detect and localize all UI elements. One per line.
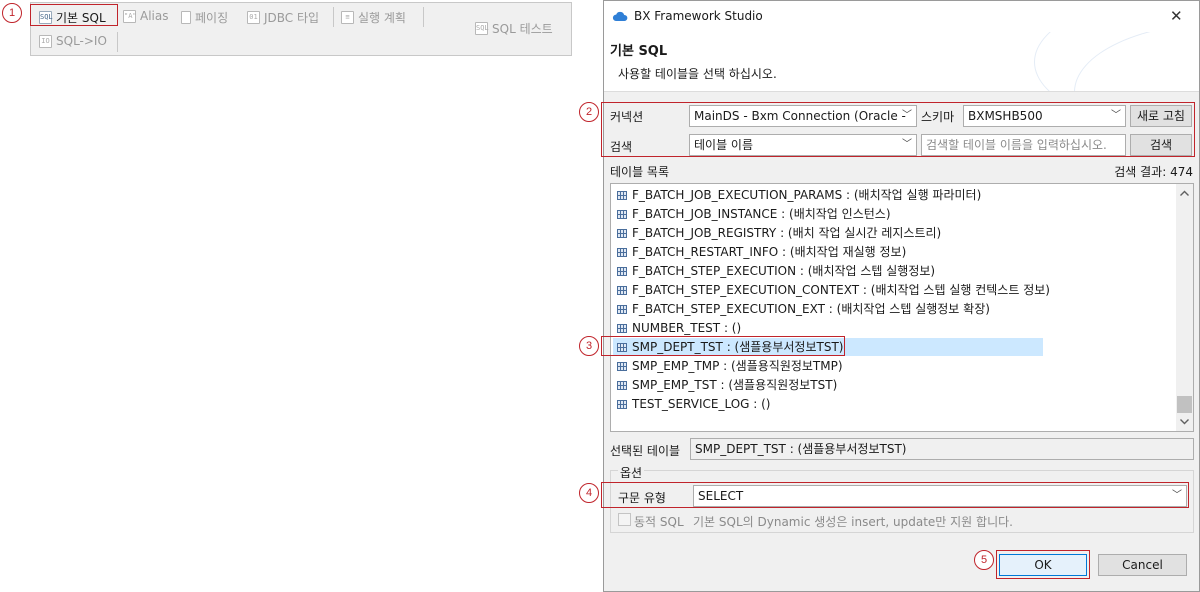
dynamic-sql-label: 동적 SQL [634,515,684,529]
table-list-item-label: SMP_EMP_TST : (샘플용직원정보TST) [632,378,838,392]
table-icon [617,399,627,409]
dynamic-sql-checkbox[interactable] [618,513,631,526]
table-list-item-label: NUMBER_TEST : () [632,321,742,335]
paging-icon [181,11,191,24]
toolbar-paging-button[interactable]: 페이징 [181,9,228,26]
table-list-item[interactable]: NUMBER_TEST : () [617,319,741,337]
table-list-item[interactable]: F_BATCH_JOB_INSTANCE : (배치작업 인스턴스) [617,205,891,223]
toolbar-separator [333,7,334,27]
dynamic-sql-description: 기본 SQL의 Dynamic 생성은 insert, update만 지원 합… [693,515,1013,529]
table-icon [617,190,627,200]
marker-5-highlight [996,550,1090,579]
marker-2-badge: 2 [579,102,599,122]
toolbar-separator [117,32,118,52]
toolbar-execution-plan-button[interactable]: ≡ 실행 계획 [341,9,406,26]
toolbar-alias-label: Alias [140,9,169,23]
table-list-item-label: F_BATCH_STEP_EXECUTION_CONTEXT : (배치작업 스… [632,283,1050,297]
marker-1-badge: 1 [2,3,22,23]
search-result-count: 검색 결과: 474 [1114,165,1193,179]
toolbar-paging-label: 페이징 [195,11,229,25]
marker-5-badge: 5 [974,550,994,570]
table-list-item-label: F_BATCH_STEP_EXECUTION : (배치작업 스텝 실행정보) [632,264,936,278]
table-listbox[interactable]: F_BATCH_JOB_EXECUTION_PARAMS : (배치작업 실행 … [610,183,1194,432]
cancel-button[interactable]: Cancel [1098,554,1187,576]
table-icon [617,209,627,219]
table-list-item-label: SMP_EMP_TMP : (샘플용직원정보TMP) [632,359,843,373]
jdbc-icon: 01 [247,11,260,24]
table-list-item[interactable]: SMP_EMP_TMP : (샘플용직원정보TMP) [617,357,843,375]
marker-1-highlight [30,4,118,26]
table-list-item-label: F_BATCH_JOB_INSTANCE : (배치작업 인스턴스) [632,207,891,221]
sql-test-icon: SQL [475,22,489,35]
toolbar-sql-to-io-button[interactable]: IO SQL->IO [39,34,107,48]
table-list-item-label: F_BATCH_RESTART_INFO : (배치작업 재실행 정보) [632,245,907,259]
table-list-label: 테이블 목록 [610,165,670,179]
selected-table-field: SMP_DEPT_TST : (샘플용부서정보TST) [690,438,1194,460]
toolbar-sql-test-label: SQL 테스트 [492,22,553,36]
dialog-titlebar: BX Framework Studio ✕ [604,1,1199,32]
table-list-item[interactable]: F_BATCH_STEP_EXECUTION : (배치작업 스텝 실행정보) [617,262,935,280]
table-icon [617,228,627,238]
table-icon [617,247,627,257]
table-icon [617,380,627,390]
table-list-item[interactable]: F_BATCH_STEP_EXECUTION_EXT : (배치작업 스텝 실행… [617,300,990,318]
header-title: 기본 SQL [610,44,668,59]
close-icon[interactable]: ✕ [1170,7,1183,25]
table-list-item[interactable]: SMP_EMP_TST : (샘플용직원정보TST) [617,376,837,394]
table-list-item[interactable]: F_BATCH_JOB_EXECUTION_PARAMS : (배치작업 실행 … [617,186,981,204]
marker-3-badge: 3 [579,336,599,356]
table-list-item[interactable]: TEST_SERVICE_LOG : () [617,395,771,413]
scroll-down-icon[interactable] [1180,419,1189,425]
marker-4-highlight [601,482,1189,508]
table-list-item-label: TEST_SERVICE_LOG : () [632,397,771,411]
table-icon [617,361,627,371]
selected-table-value: SMP_DEPT_TST : (샘플용부서정보TST) [695,442,907,456]
toolbar-separator [423,7,424,27]
table-icon [617,285,627,295]
table-list-item-label: F_BATCH_STEP_EXECUTION_EXT : (배치작업 스텝 실행… [632,302,990,316]
marker-4-badge: 4 [579,483,599,503]
table-list-item-label: F_BATCH_JOB_EXECUTION_PARAMS : (배치작업 실행 … [632,188,982,202]
table-icon [617,266,627,276]
scroll-thumb[interactable] [1177,396,1192,413]
window-title: BX Framework Studio [634,9,763,23]
toolbar-alias-button[interactable]: "A" Alias [123,9,168,23]
toolbar-sql-to-io-label: SQL->IO [56,34,107,48]
scroll-up-icon[interactable] [1180,190,1189,196]
toolbar-execution-plan-label: 실행 계획 [358,11,406,25]
execution-plan-icon: ≡ [341,11,354,24]
cloud-app-icon [612,11,628,21]
marker-3-highlight [601,336,845,356]
table-icon [617,323,627,333]
marker-2-highlight [601,102,1195,157]
table-list-item[interactable]: F_BATCH_JOB_REGISTRY : (배치 작업 실시간 레지스트리) [617,224,941,242]
selected-table-label: 선택된 테이블 [610,444,681,458]
toolbar-jdbc-type-label: JDBC 타입 [264,11,320,25]
table-list-item[interactable]: F_BATCH_STEP_EXECUTION_CONTEXT : (배치작업 스… [617,281,1050,299]
table-icon [617,304,627,314]
toolbar-jdbc-type-button[interactable]: 01 JDBC 타입 [247,9,319,26]
table-list-item[interactable]: F_BATCH_RESTART_INFO : (배치작업 재실행 정보) [617,243,906,261]
table-list-item-label: F_BATCH_JOB_REGISTRY : (배치 작업 실시간 레지스트리) [632,226,942,240]
toolbar-sql-test-button[interactable]: SQL SQL 테스트 [475,20,553,37]
sql-to-io-icon: IO [39,34,52,48]
options-group-label: 옵션 [618,464,645,481]
dialog-header: 기본 SQL 사용할 테이블을 선택 하십시오. [604,32,1199,92]
alias-icon: "A" [123,9,137,23]
header-description: 사용할 테이블을 선택 하십시오. [618,67,777,81]
list-vertical-scrollbar[interactable] [1176,184,1193,431]
